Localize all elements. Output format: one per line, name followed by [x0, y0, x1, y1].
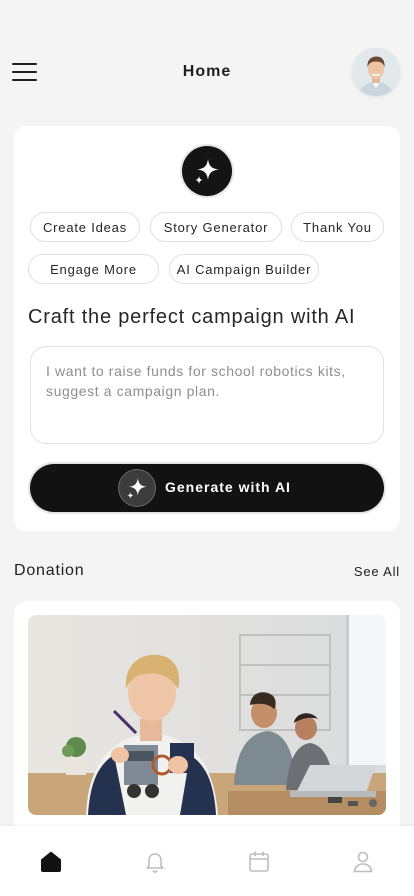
section-title-donation: Donation: [14, 562, 85, 579]
home-icon[interactable]: [38, 848, 64, 874]
sparkle-icon: [119, 470, 155, 506]
chip-create-ideas[interactable]: Create Ideas: [30, 212, 140, 242]
profile-icon[interactable]: [350, 848, 376, 874]
chip-story-generator[interactable]: Story Generator: [150, 212, 282, 242]
app-header: Home: [0, 44, 414, 100]
see-all-link[interactable]: See All: [354, 564, 400, 579]
calendar-icon[interactable]: [246, 848, 272, 874]
ai-campaign-card: Create Ideas Story Generator Thank You E…: [14, 126, 400, 531]
bell-icon[interactable]: [142, 848, 168, 874]
generate-with-ai-button[interactable]: Generate with AI: [30, 464, 384, 512]
generate-button-label: Generate with AI: [165, 479, 291, 495]
campaign-prompt-input[interactable]: [30, 346, 384, 444]
ai-heading: Craft the perfect campaign with AI: [28, 306, 356, 328]
sparkle-icon: [182, 146, 232, 196]
user-avatar[interactable]: [352, 48, 400, 96]
donation-image[interactable]: [28, 615, 386, 815]
donation-card[interactable]: [14, 601, 400, 841]
chip-engage-more[interactable]: Engage More: [28, 254, 159, 284]
chip-ai-campaign-builder[interactable]: AI Campaign Builder: [169, 254, 319, 284]
chip-thank-you[interactable]: Thank You: [291, 212, 384, 242]
bottom-tab-bar: [0, 826, 414, 896]
